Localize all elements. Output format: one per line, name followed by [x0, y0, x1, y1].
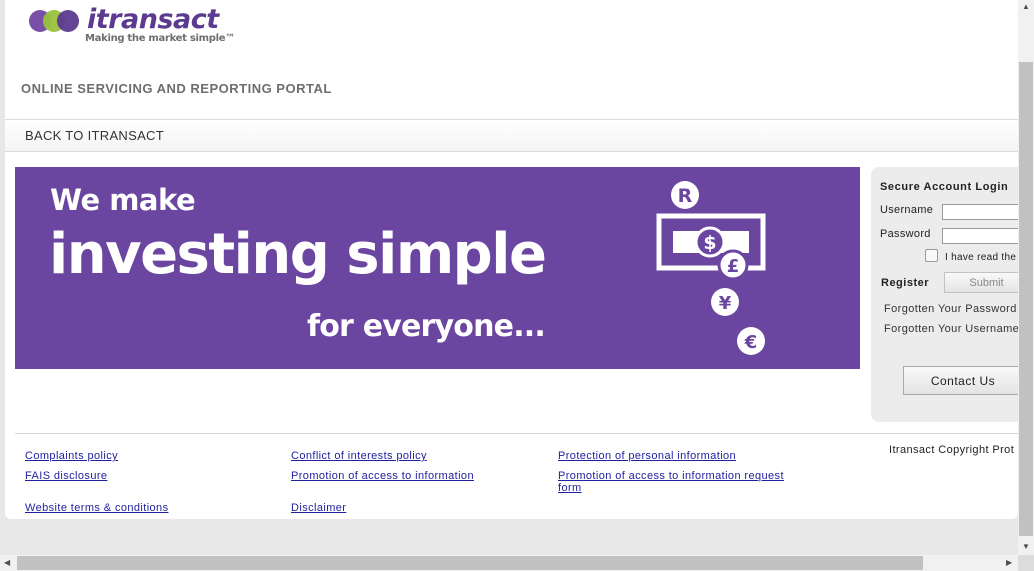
password-field[interactable]: [942, 228, 1018, 244]
logo-wordmark: itransact: [87, 4, 219, 35]
complaints-policy-link[interactable]: Complaints policy: [25, 450, 118, 462]
svg-text:R: R: [678, 185, 693, 207]
svg-text:¥: ¥: [719, 293, 732, 314]
scroll-left-arrow-icon[interactable]: ◀: [4, 559, 10, 567]
banner-line-3: for everyone...: [307, 309, 546, 344]
terms-checkbox[interactable]: [925, 249, 938, 262]
fais-disclosure-link[interactable]: FAIS disclosure: [25, 470, 107, 482]
login-title: Secure Account Login: [880, 181, 1009, 193]
promotion-access-info-link[interactable]: Promotion of access to information: [291, 470, 474, 482]
scroll-up-arrow-icon[interactable]: ▲: [1022, 3, 1030, 11]
svg-text:£: £: [727, 256, 740, 277]
page: itransact Making the market simple™ ONLI…: [5, 0, 1018, 519]
logo-circles-icon: [29, 10, 79, 32]
website-terms-link[interactable]: Website terms & conditions: [25, 502, 168, 514]
scrollbar-corner: [1018, 555, 1034, 571]
scroll-right-arrow-icon[interactable]: ▶: [1006, 559, 1012, 567]
submit-button[interactable]: Submit: [944, 272, 1018, 293]
portal-title: ONLINE SERVICING AND REPORTING PORTAL: [21, 81, 332, 96]
login-panel: Secure Account Login Username Password I…: [871, 167, 1018, 422]
promotion-access-request-link[interactable]: Promotion of access to information reque…: [558, 470, 803, 494]
currency-illustration: R $ £ ¥ €: [656, 181, 766, 355]
conflict-of-interests-link[interactable]: Conflict of interests policy: [291, 450, 427, 462]
itransact-logo[interactable]: itransact Making the market simple™: [27, 4, 235, 50]
pound-icon: £: [717, 249, 749, 281]
protection-personal-info-link[interactable]: Protection of personal information: [558, 450, 736, 462]
footer-divider: [15, 433, 1018, 434]
svg-text:€: €: [744, 332, 758, 353]
username-label: Username: [880, 204, 934, 216]
banner-line-1: We make: [50, 183, 196, 217]
vertical-scrollbar[interactable]: ▲ ▼: [1018, 0, 1034, 555]
register-link[interactable]: Register: [881, 277, 929, 289]
contact-us-button[interactable]: Contact Us: [903, 366, 1018, 395]
rand-icon: R: [671, 181, 699, 209]
yen-icon: ¥: [711, 288, 739, 316]
navbar: BACK TO ITRANSACT: [5, 119, 1018, 152]
forgot-username-link[interactable]: Forgotten Your Username: [884, 323, 1018, 335]
logo-tagline: Making the market simple™: [85, 33, 235, 44]
hero-banner: We make investing simple for everyone...…: [15, 167, 860, 369]
terms-label: I have read the: [945, 252, 1017, 263]
back-to-itransact-link[interactable]: BACK TO ITRANSACT: [25, 128, 164, 143]
password-label: Password: [880, 228, 931, 240]
dollar-icon: $: [694, 226, 726, 258]
svg-text:$: $: [703, 232, 716, 254]
copyright-text: Itransact Copyright Prot: [889, 444, 1015, 456]
disclaimer-link[interactable]: Disclaimer: [291, 502, 346, 514]
vertical-scroll-thumb[interactable]: [1019, 62, 1033, 536]
forgot-password-link[interactable]: Forgotten Your Password: [884, 303, 1017, 315]
euro-icon: €: [737, 327, 765, 355]
banner-line-2: investing simple: [49, 222, 547, 287]
horizontal-scrollbar[interactable]: ◀ ▶: [0, 555, 1018, 571]
horizontal-scroll-thumb[interactable]: [17, 556, 923, 570]
username-field[interactable]: [942, 204, 1018, 220]
scroll-down-arrow-icon[interactable]: ▼: [1022, 543, 1030, 551]
